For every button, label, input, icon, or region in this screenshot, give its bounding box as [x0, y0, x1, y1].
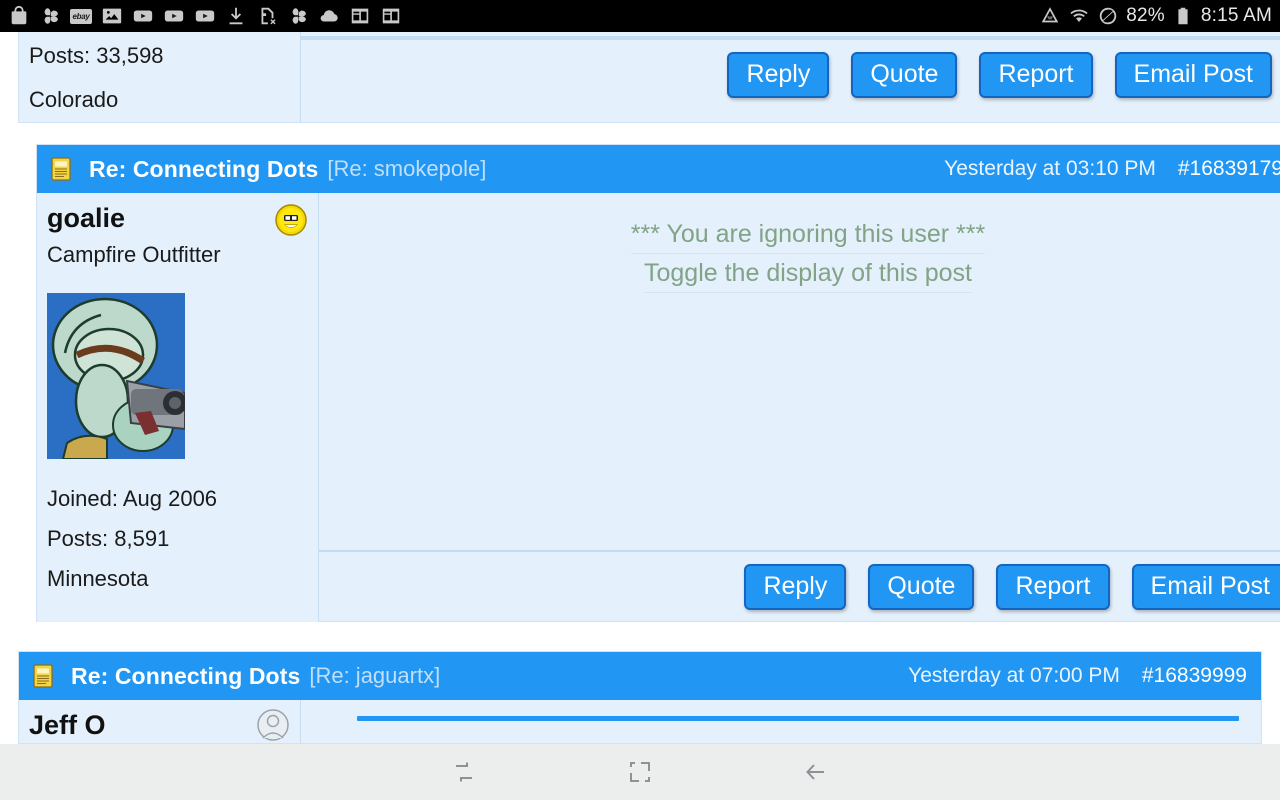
- post-2-user-rank: Campfire Outfitter: [47, 242, 221, 267]
- post-3-container: Re: Connecting Dots [Re: jaguartx] Yeste…: [18, 651, 1262, 744]
- toggle-post-display-link[interactable]: Toggle the display of this post: [644, 254, 972, 293]
- status-bar-notification-icons: ebay: [8, 5, 1039, 27]
- post-1-user-posts: Posts: 33,598: [29, 43, 164, 68]
- ebay-icon: ebay: [70, 5, 92, 27]
- post-2-user-joined: Joined: Aug 2006: [47, 486, 218, 511]
- post-2-user-column: goalie Campfire Outfitter Joined: Aug 20…: [37, 193, 319, 622]
- news-icon: [349, 5, 371, 27]
- post-2-username[interactable]: goalie: [47, 201, 274, 235]
- post-2-reply-button[interactable]: Reply: [744, 564, 847, 610]
- post-1-quote-button[interactable]: Quote: [851, 52, 958, 98]
- sim-card-removed-icon: [256, 5, 278, 27]
- back-arrow-icon: [803, 759, 829, 785]
- post-3-post-number[interactable]: #16839999: [1142, 664, 1247, 688]
- post-3-quote-rule: [357, 716, 1239, 721]
- grey-avatar-icon: [256, 708, 290, 742]
- post-3-message-area: [301, 700, 1261, 743]
- squidward-avatar: [47, 293, 187, 460]
- recent-apps-icon: [451, 759, 477, 785]
- post-3-title: Re: Connecting Dots: [71, 662, 301, 689]
- youtube-icon: [132, 5, 154, 27]
- post-1-email-post-button[interactable]: Email Post: [1114, 52, 1272, 98]
- post-2-user-location: Minnesota: [47, 566, 149, 591]
- do-not-disturb-icon: [1097, 5, 1119, 27]
- status-bar-system-icons: 82% 8:15 AM: [1039, 5, 1272, 27]
- nav-recent-apps-button[interactable]: [389, 744, 539, 800]
- wifi-icon: [1068, 5, 1090, 27]
- post-3-body: Jeff O: [19, 700, 1261, 743]
- post-2-user-top: goalie Campfire Outfitter: [47, 201, 308, 271]
- post-2-user-posts: Posts: 8,591: [47, 526, 170, 551]
- post-1: Posts: 33,598 Colorado Reply Quote Repor…: [18, 32, 1280, 123]
- post-2-body: goalie Campfire Outfitter Joined: Aug 20…: [37, 193, 1280, 622]
- post-1-user-location: Colorado: [29, 87, 119, 112]
- forum-page: Posts: 33,598 Colorado Reply Quote Repor…: [0, 32, 1280, 744]
- post-1-content-column: Reply Quote Report Email Post: [301, 32, 1280, 122]
- nav-back-button[interactable]: [741, 744, 891, 800]
- post-2-content-column: *** You are ignoring this user *** Toggl…: [319, 193, 1280, 622]
- post-3-reply-to: [Re: jaguartx]: [309, 663, 441, 688]
- post-2-email-post-button[interactable]: Email Post: [1131, 564, 1280, 610]
- nav-home-button[interactable]: [565, 744, 715, 800]
- post-1-reply-button[interactable]: Reply: [727, 52, 830, 98]
- clock-label: 8:15 AM: [1200, 5, 1272, 26]
- post-3-username[interactable]: Jeff O: [29, 708, 256, 742]
- post-2-action-bar: Reply Quote Report Email Post: [319, 550, 1280, 622]
- photo-icon: [101, 5, 123, 27]
- post-3-date: Yesterday at 07:00 PM: [908, 664, 1120, 687]
- youtube-icon: [194, 5, 216, 27]
- battery-percent-label: 82%: [1126, 5, 1165, 26]
- cloud-icon: [318, 5, 340, 27]
- post-1-user-column: Posts: 33,598 Colorado: [19, 32, 301, 122]
- battery-icon: [1172, 5, 1194, 27]
- post-2-message-area: *** You are ignoring this user *** Toggl…: [319, 193, 1280, 550]
- post-3: Re: Connecting Dots [Re: jaguartx] Yeste…: [0, 651, 1280, 744]
- post-3-header[interactable]: Re: Connecting Dots [Re: jaguartx] Yeste…: [19, 652, 1261, 700]
- post-2-header[interactable]: Re: Connecting Dots [Re: smokepole] Yest…: [37, 145, 1280, 193]
- post-1-action-bar: Reply Quote Report Email Post: [301, 38, 1280, 110]
- post-2-report-button[interactable]: Report: [996, 564, 1110, 610]
- post-1-report-button[interactable]: Report: [979, 52, 1093, 98]
- pinwheel-icon: [287, 5, 309, 27]
- pinwheel-icon: [39, 5, 61, 27]
- shopping-bag-icon: [8, 5, 30, 27]
- post-3-user-column: Jeff O: [19, 700, 301, 743]
- post-2-title: Re: Connecting Dots: [89, 155, 319, 182]
- youtube-icon: [163, 5, 185, 27]
- ebay-label: ebay: [70, 8, 92, 24]
- post-2-date: Yesterday at 03:10 PM: [944, 157, 1156, 180]
- home-icon: [627, 759, 653, 785]
- ignore-notice: *** You are ignoring this user *** Toggl…: [319, 211, 1280, 293]
- android-navigation-bar: [0, 744, 1280, 800]
- smiley-icon: [274, 203, 308, 237]
- note-icon: [51, 157, 71, 181]
- download-icon: [225, 5, 247, 27]
- note-icon: [33, 664, 53, 688]
- post-2-reply-to: [Re: smokepole]: [327, 156, 487, 181]
- ignore-notice-line-1: *** You are ignoring this user ***: [630, 215, 986, 254]
- post-2-quote-button[interactable]: Quote: [868, 564, 975, 610]
- news-icon: [380, 5, 402, 27]
- post-2: Re: Connecting Dots [Re: smokepole] Yest…: [36, 144, 1280, 622]
- data-saver-icon: [1039, 5, 1061, 27]
- status-bar: ebay 82% 8:15 AM: [0, 0, 1280, 32]
- post-2-post-number[interactable]: #16839179: [1178, 157, 1280, 181]
